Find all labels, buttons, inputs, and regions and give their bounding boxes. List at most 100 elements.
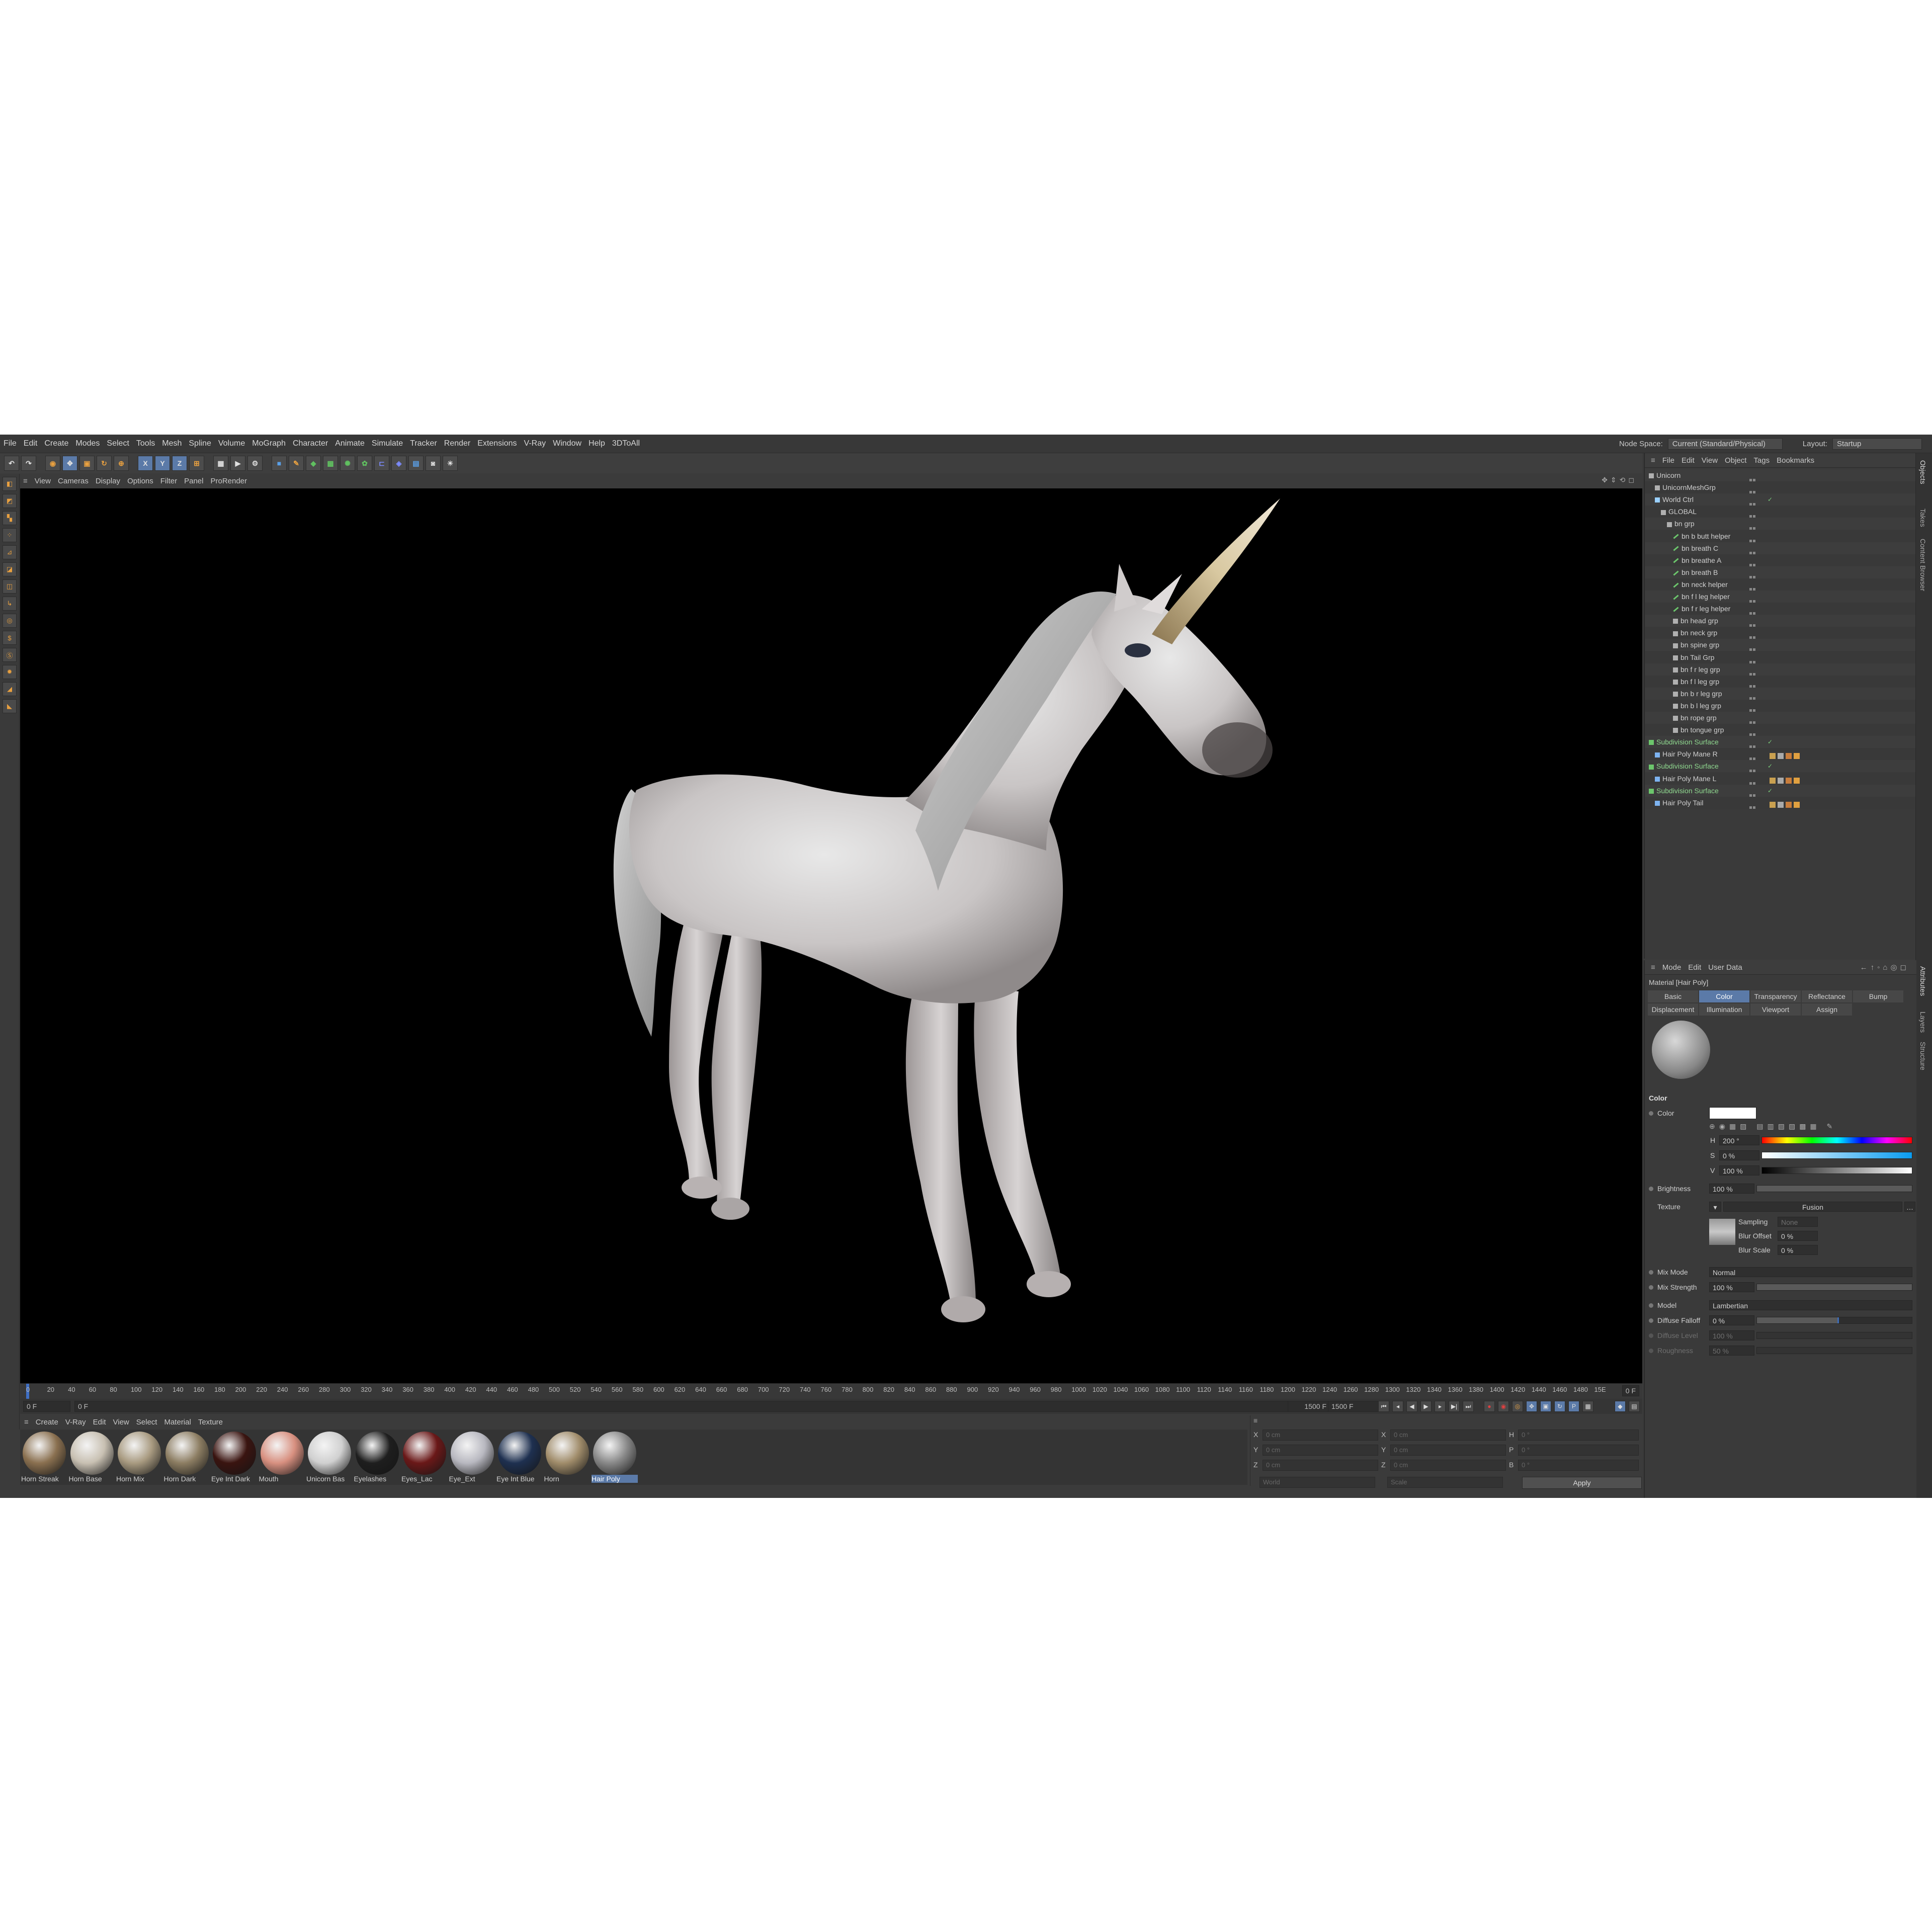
- object-tree-row[interactable]: bn f r leg grp: [1645, 663, 1916, 676]
- object-tree-row[interactable]: bn rope grp: [1645, 712, 1916, 724]
- enabled-check-icon[interactable]: ✓: [1768, 493, 1773, 506]
- visibility-dots-icon[interactable]: [1749, 582, 1756, 591]
- render-region-icon[interactable]: ▦: [213, 456, 228, 471]
- render-settings-icon[interactable]: ⚙: [247, 456, 263, 471]
- vp-menu-display[interactable]: Display: [96, 477, 120, 485]
- enabled-check-icon[interactable]: ✓: [1768, 785, 1773, 797]
- side-tab-attributes[interactable]: Attributes: [1919, 966, 1927, 996]
- material-preview[interactable]: [1652, 1021, 1710, 1079]
- start-frame-field[interactable]: 0 F: [74, 1401, 1329, 1412]
- menu-vray[interactable]: V-Ray: [521, 439, 550, 448]
- anim-dot[interactable]: [1649, 1285, 1653, 1290]
- make-editable-icon[interactable]: ◧: [3, 477, 17, 491]
- tab-viewport[interactable]: Viewport: [1750, 1003, 1801, 1016]
- vp-menu-panel[interactable]: Panel: [184, 477, 203, 485]
- coord-value-field[interactable]: 0 cm: [1263, 1430, 1378, 1441]
- obj-menu-edit[interactable]: Edit: [1682, 456, 1695, 465]
- cube-icon[interactable]: ■: [272, 456, 287, 471]
- vp-menu-options[interactable]: Options: [127, 477, 153, 485]
- solo-icon[interactable]: ◢: [3, 682, 17, 696]
- material-swatch[interactable]: Horn: [544, 1432, 591, 1483]
- object-tree-row[interactable]: bn neck helper: [1645, 578, 1916, 591]
- blur-scale-field[interactable]: 0 %: [1778, 1245, 1818, 1255]
- rotation-key-icon[interactable]: ↻: [1554, 1401, 1565, 1412]
- axis-x-button[interactable]: X: [138, 456, 153, 471]
- anim-dot[interactable]: [1649, 1187, 1653, 1191]
- deformer-icon[interactable]: ✺: [340, 456, 355, 471]
- coord-value-field[interactable]: 0 cm: [1390, 1445, 1506, 1456]
- object-tree-row[interactable]: Hair Poly Mane R: [1645, 748, 1916, 761]
- diffuse-falloff-slider[interactable]: [1756, 1317, 1912, 1324]
- anim-dot[interactable]: [1649, 1303, 1653, 1308]
- mat-menu-create[interactable]: Create: [36, 1418, 58, 1426]
- material-swatch[interactable]: Mouth: [259, 1432, 305, 1483]
- coord-mode-scale[interactable]: Scale: [1387, 1477, 1503, 1488]
- menu-animate[interactable]: Animate: [331, 439, 368, 448]
- object-tree-row[interactable]: bn f r leg helper: [1645, 603, 1916, 615]
- menu-mograph[interactable]: MoGraph: [248, 439, 289, 448]
- mix-mode-dropdown[interactable]: Normal: [1709, 1267, 1912, 1277]
- object-tree-row[interactable]: bn breath C: [1645, 542, 1916, 554]
- menu-mesh[interactable]: Mesh: [158, 439, 185, 448]
- s-field[interactable]: 0 %: [1719, 1150, 1759, 1160]
- menu-tools[interactable]: Tools: [133, 439, 158, 448]
- anim-dot[interactable]: [1649, 1333, 1653, 1338]
- vp-menu-filter[interactable]: Filter: [160, 477, 177, 485]
- visibility-dots-icon[interactable]: [1749, 764, 1756, 773]
- visibility-dots-icon[interactable]: [1749, 558, 1756, 566]
- visibility-dots-icon[interactable]: [1749, 788, 1756, 797]
- timeline-window-icon[interactable]: ▤: [1629, 1401, 1640, 1412]
- object-tree-row[interactable]: bn b l leg grp: [1645, 699, 1916, 712]
- v-field[interactable]: 100 %: [1719, 1165, 1759, 1175]
- visibility-dots-icon[interactable]: [1749, 642, 1756, 651]
- tab-displacement[interactable]: Displacement: [1648, 1003, 1698, 1016]
- mix-strength-slider[interactable]: [1756, 1284, 1912, 1291]
- visibility-dots-icon[interactable]: [1749, 521, 1756, 530]
- object-tags-icon[interactable]: [1770, 799, 1802, 811]
- viewport-menu-icon[interactable]: ≡: [23, 477, 28, 485]
- live-select-icon[interactable]: ◉: [45, 456, 60, 471]
- texture-dropdown-button[interactable]: ▾: [1709, 1202, 1721, 1212]
- polygons-mode-icon[interactable]: ◪: [3, 562, 17, 576]
- color-swatch[interactable]: [1709, 1107, 1756, 1119]
- visibility-dots-icon[interactable]: [1749, 667, 1756, 676]
- tab-illumination[interactable]: Illumination: [1699, 1003, 1749, 1016]
- object-tree-row[interactable]: bn tongue grp: [1645, 724, 1916, 736]
- tag-icon[interactable]: ◈: [391, 456, 406, 471]
- object-tree-row[interactable]: bn Tail Grp: [1645, 651, 1916, 663]
- object-tree-row[interactable]: bn spine grp: [1645, 639, 1916, 651]
- subdivision-icon[interactable]: ◆: [306, 456, 321, 471]
- obj-menu-object[interactable]: Object: [1725, 456, 1746, 465]
- hue-slider[interactable]: [1761, 1137, 1912, 1144]
- render-view-icon[interactable]: ▶: [230, 456, 245, 471]
- field-icon[interactable]: ⊏: [374, 456, 389, 471]
- coord-value-field[interactable]: 0 cm: [1390, 1460, 1506, 1471]
- mat-menu-icon[interactable]: ≡: [24, 1418, 29, 1426]
- att-menu-mode[interactable]: Mode: [1662, 963, 1682, 972]
- menu-tracker[interactable]: Tracker: [406, 439, 441, 448]
- menu-volume[interactable]: Volume: [215, 439, 248, 448]
- axis-z-button[interactable]: Z: [172, 456, 187, 471]
- object-tree-row[interactable]: bn f l leg grp: [1645, 675, 1916, 688]
- goto-start-icon[interactable]: ⏮: [1378, 1401, 1389, 1412]
- camera-icon[interactable]: ◙: [426, 456, 441, 471]
- visibility-dots-icon[interactable]: [1749, 509, 1756, 518]
- enabled-check-icon[interactable]: ✓: [1768, 736, 1773, 748]
- tab-color[interactable]: Color: [1699, 990, 1749, 1002]
- object-tree-row[interactable]: World Ctrl ✓: [1645, 493, 1916, 506]
- side-tab-takes[interactable]: Takes: [1919, 509, 1927, 527]
- rotate-icon[interactable]: ↻: [97, 456, 112, 471]
- diffuse-falloff-field[interactable]: 0 %: [1709, 1315, 1754, 1325]
- goto-end-icon[interactable]: ⏭: [1463, 1401, 1474, 1412]
- viewport-nav-icons[interactable]: ✥⇕⟲◻: [1602, 476, 1637, 484]
- object-tree-row[interactable]: Hair Poly Tail: [1645, 796, 1916, 811]
- position-key-icon[interactable]: ✥: [1526, 1401, 1537, 1412]
- visibility-dots-icon[interactable]: [1749, 570, 1756, 578]
- undo-icon[interactable]: ↶: [4, 456, 19, 471]
- brightness-field[interactable]: 100 %: [1709, 1184, 1754, 1194]
- value-slider[interactable]: [1761, 1167, 1912, 1174]
- object-tree-row[interactable]: bn b r leg grp: [1645, 687, 1916, 700]
- menu-file[interactable]: File: [0, 439, 20, 448]
- apply-button[interactable]: Apply: [1522, 1477, 1642, 1489]
- mix-strength-field[interactable]: 100 %: [1709, 1282, 1754, 1292]
